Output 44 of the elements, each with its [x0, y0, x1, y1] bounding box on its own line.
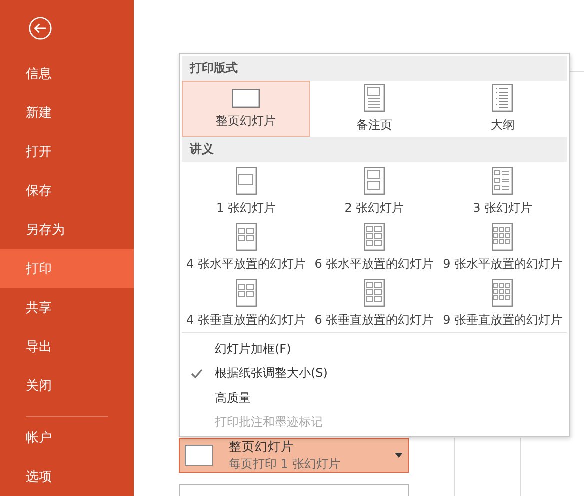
layout-option[interactable]: 9 张水平放置的幻灯片: [438, 218, 567, 274]
sidebar-item[interactable]: 打开: [0, 132, 134, 171]
layout-option[interactable]: 4 张垂直放置的幻灯片: [182, 274, 310, 330]
menu-option[interactable]: 幻灯片加框(F): [182, 337, 567, 362]
layout-option[interactable]: 整页幻灯片: [182, 81, 310, 137]
page-layout-icon: [236, 167, 257, 195]
section-header: 讲义: [182, 137, 567, 162]
page-layout-icon: [492, 84, 514, 112]
page-layout-icon: [492, 223, 514, 251]
page-layout-icon: [236, 279, 257, 307]
section-header: 打印版式: [182, 56, 567, 81]
page-layout-icon: [492, 279, 514, 307]
layout-option[interactable]: 6 张水平放置的幻灯片: [310, 218, 439, 274]
page-layout-icon: [364, 84, 385, 112]
sidebar-item[interactable]: 保存: [0, 171, 134, 210]
slide-layout-icon: [232, 88, 260, 108]
layout-option[interactable]: 大纲: [438, 81, 567, 137]
layout-option[interactable]: 9 张垂直放置的幻灯片: [438, 274, 567, 330]
layout-option[interactable]: 4 张水平放置的幻灯片: [182, 218, 310, 274]
layout-option[interactable]: 1 张幻灯片: [182, 162, 310, 218]
sidebar-item[interactable]: 共享: [0, 288, 134, 327]
layout-option[interactable]: 备注页: [310, 81, 439, 137]
menu-option[interactable]: 根据纸张调整大小(S): [182, 362, 567, 386]
caret-icon: [395, 453, 403, 458]
dropdown-title: 整页幻灯片: [229, 440, 295, 454]
slide-thumbnail-icon: [185, 445, 213, 466]
layout-option[interactable]: 2 张幻灯片: [310, 162, 439, 218]
layout-option[interactable]: 3 张幻灯片: [438, 162, 567, 218]
page-layout-icon: [364, 167, 385, 195]
layout-option[interactable]: 6 张垂直放置的幻灯片: [310, 274, 439, 330]
sidebar-item[interactable]: 导出: [0, 327, 134, 366]
sidebar-item[interactable]: 选项: [0, 457, 134, 496]
page-layout-icon: [236, 223, 257, 251]
page-layout-icon: [492, 167, 514, 195]
dropdown-subtitle: 每页打印 1 张幻灯片: [229, 457, 342, 471]
sidebar-item[interactable]: 新建: [0, 93, 134, 132]
sidebar-item[interactable]: 帐户: [0, 418, 134, 457]
sidebar-item[interactable]: 信息: [0, 54, 134, 93]
page-layout-icon: [364, 223, 385, 251]
layout-dropdown[interactable]: 整页幻灯片 每页打印 1 张幻灯片: [179, 438, 409, 473]
sidebar-item[interactable]: 另存为: [0, 210, 134, 249]
menu-option[interactable]: 高质量: [182, 386, 567, 410]
page-layout-icon: [364, 279, 385, 307]
sidebar-item[interactable]: 关闭: [0, 366, 134, 405]
